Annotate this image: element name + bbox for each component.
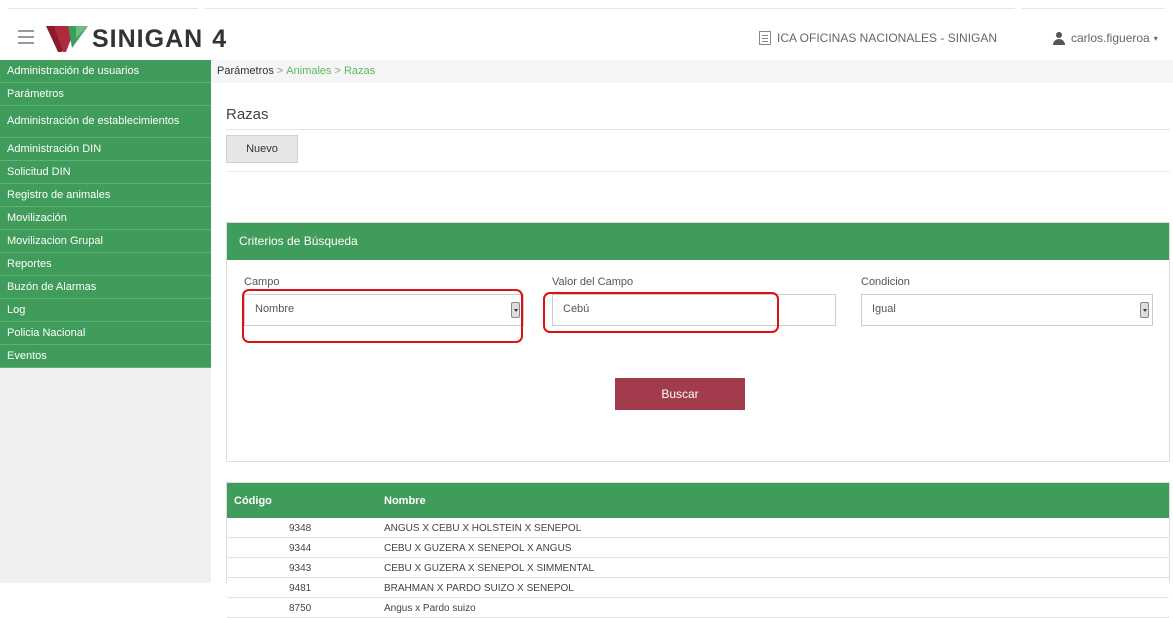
select-arrow-icon: [1140, 302, 1149, 318]
search-criteria-panel: Criterios de Búsqueda Campo Nombre Valor…: [226, 222, 1170, 462]
sidebar-item-movilizacion-grupal[interactable]: Movilizacion Grupal: [0, 230, 211, 253]
logo-version: 4: [212, 24, 227, 53]
breadcrumb-animales[interactable]: Animales: [286, 65, 331, 77]
page-title: Razas: [226, 106, 269, 123]
divider: [226, 129, 1170, 130]
table-row[interactable]: 8750 Angus x Pardo suizo: [227, 598, 1169, 618]
column-header-codigo[interactable]: Código: [234, 495, 272, 507]
document-icon: [759, 31, 771, 45]
breadcrumb-parametros[interactable]: Parámetros: [217, 65, 274, 77]
sidebar-item-log[interactable]: Log: [0, 299, 211, 322]
cell-nombre: CEBU X GUZERA X SENEPOL X ANGUS: [384, 543, 572, 554]
divider: [226, 171, 1170, 172]
main-content: Parámetros > Animales > Razas Razas Nuevo Cr…: [211, 60, 1173, 618]
highlight-valor: [543, 292, 779, 333]
new-button[interactable]: Nuevo: [226, 135, 298, 163]
campo-label: Campo: [244, 276, 280, 288]
cell-codigo: 9343: [289, 563, 312, 574]
breadcrumb-razas: Razas: [343, 65, 376, 77]
sidebar-item-policia-nacional[interactable]: Policia Nacional: [0, 322, 211, 345]
logo-text: SINIGAN: [92, 24, 204, 53]
sidebar-item-buzon-alarmas[interactable]: Buzón de Alarmas: [0, 276, 211, 299]
search-button[interactable]: Buscar: [615, 378, 745, 410]
browser-top-strip: [0, 0, 1173, 18]
table-row[interactable]: 9348 ANGUS X CEBU X HOLSTEIN X SENEPOL: [227, 518, 1169, 538]
hamburger-menu-icon[interactable]: [18, 30, 34, 48]
sidebar-item-reportes[interactable]: Reportes: [0, 253, 211, 276]
condicion-select[interactable]: Igual: [861, 294, 1153, 326]
results-table: Código Nombre 9348 ANGUS X CEBU X HOLSTE…: [226, 482, 1170, 618]
sinigan-logo[interactable]: SINIGAN 4: [46, 22, 226, 56]
sidebar-item-eventos[interactable]: Eventos: [0, 345, 211, 368]
highlight-campo: [242, 289, 523, 343]
sidebar-item-registro-animales[interactable]: Registro de animales: [0, 184, 211, 207]
sidebar: Administración de usuarios Parámetros Ad…: [0, 60, 211, 583]
top-divider: [205, 8, 1015, 14]
cell-nombre: CEBU X GUZERA X SENEPOL X SIMMENTAL: [384, 563, 595, 574]
sidebar-item-solicitud-din[interactable]: Solicitud DIN: [0, 161, 211, 184]
condicion-select-value: Igual: [872, 303, 896, 315]
user-menu[interactable]: carlos.figueroa ▾: [1053, 31, 1158, 45]
user-name: carlos.figueroa: [1071, 31, 1150, 45]
cell-nombre: ANGUS X CEBU X HOLSTEIN X SENEPOL: [384, 523, 582, 534]
column-header-nombre[interactable]: Nombre: [384, 495, 426, 507]
sidebar-item-movilizacion[interactable]: Movilización: [0, 207, 211, 230]
cell-codigo: 8750: [289, 603, 312, 614]
caret-down-icon: ▾: [1153, 33, 1158, 43]
condicion-label: Condicion: [861, 276, 910, 288]
sidebar-item-administracion-establecimientos[interactable]: Administración de establecimientos: [0, 106, 211, 138]
cell-nombre: BRAHMAN X PARDO SUIZO X SENEPOL: [384, 583, 574, 594]
breadcrumb-separator: >: [276, 65, 284, 77]
cell-nombre: Angus x Pardo suizo: [384, 603, 476, 614]
office-label: ICA OFICINAS NACIONALES - SINIGAN: [777, 31, 998, 45]
table-header: Código Nombre: [227, 483, 1169, 518]
sidebar-item-parametros[interactable]: Parámetros: [0, 83, 211, 106]
cell-codigo: 9344: [289, 543, 312, 554]
panel-title: Criterios de Búsqueda: [227, 223, 1169, 260]
breadcrumb-separator: >: [334, 65, 341, 77]
user-icon: [1053, 31, 1065, 45]
sinigan-logo-icon: [46, 26, 88, 52]
app-header: SINIGAN 4 ICA OFICINAS NACIONALES - SINI…: [0, 18, 1173, 60]
top-divider: [1022, 8, 1165, 14]
cell-codigo: 9481: [289, 583, 312, 594]
cell-codigo: 9348: [289, 523, 312, 534]
office-selector[interactable]: ICA OFICINAS NACIONALES - SINIGAN: [759, 31, 997, 45]
table-row[interactable]: 9344 CEBU X GUZERA X SENEPOL X ANGUS: [227, 538, 1169, 558]
sidebar-item-administracion-din[interactable]: Administración DIN: [0, 138, 211, 161]
table-row[interactable]: 9481 BRAHMAN X PARDO SUIZO X SENEPOL: [227, 578, 1169, 598]
table-row[interactable]: 9343 CEBU X GUZERA X SENEPOL X SIMMENTAL: [227, 558, 1169, 578]
sidebar-item-administracion-usuarios[interactable]: Administración de usuarios: [0, 60, 211, 83]
breadcrumb: Parámetros > Animales > Razas: [211, 60, 1173, 83]
top-divider: [8, 8, 198, 14]
search-form: Campo Nombre Valor del Campo Cebú Condic…: [227, 260, 1169, 460]
valor-campo-label: Valor del Campo: [552, 276, 634, 288]
